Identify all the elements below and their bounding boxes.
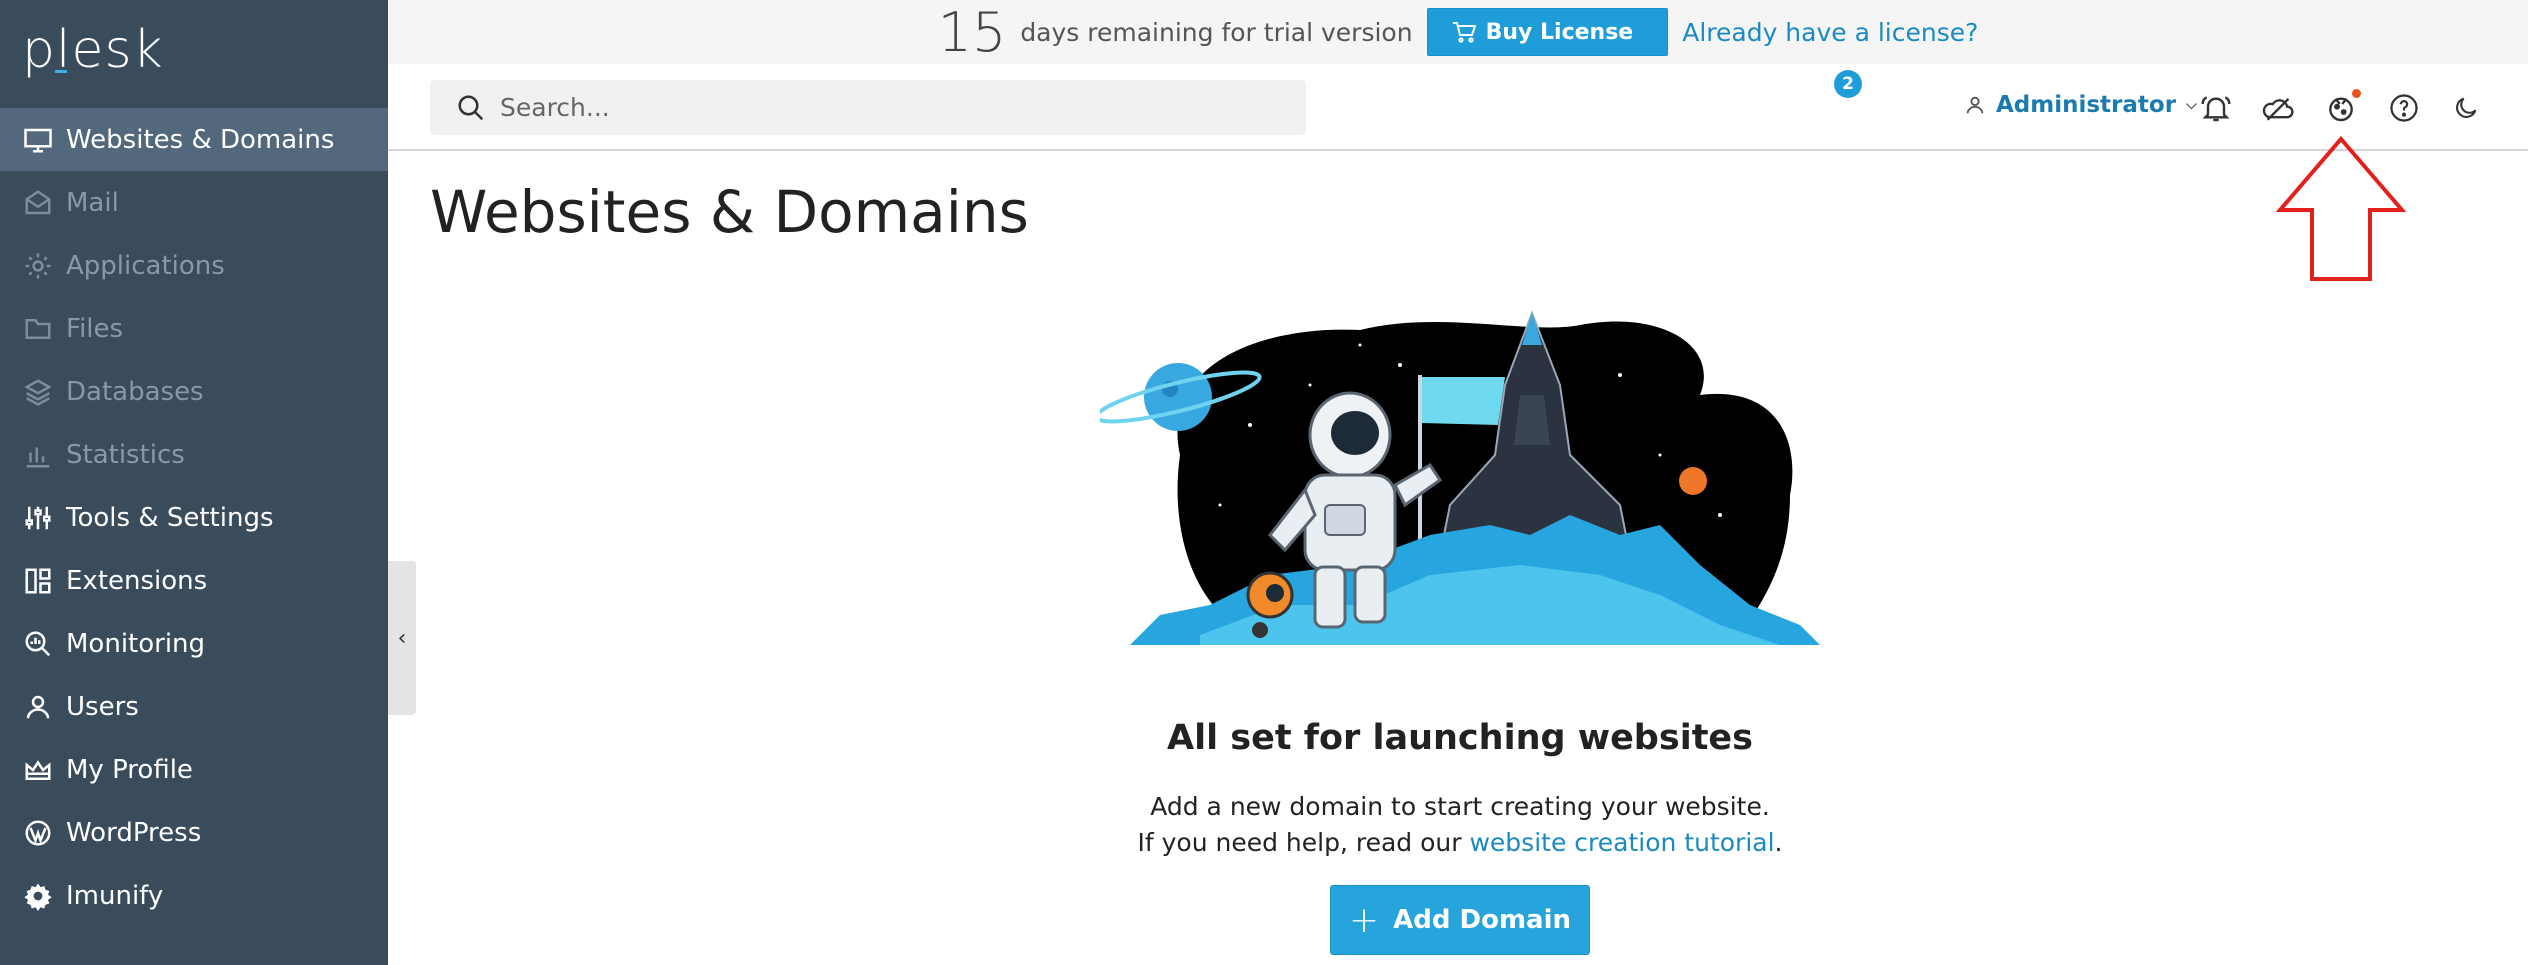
hero-line-2-suffix: .	[1774, 828, 1783, 857]
website-creation-tutorial-link[interactable]: website creation tutorial	[1469, 828, 1774, 857]
sidebar-item-label: Databases	[66, 376, 204, 407]
sidebar-item-applications[interactable]: Applications	[0, 234, 388, 297]
sidebar-item-statistics[interactable]: Statistics	[0, 423, 388, 486]
trial-days-count: 15	[937, 0, 1007, 64]
sidebar-item-imunify[interactable]: Imunify	[0, 864, 388, 927]
blocks-icon	[22, 565, 54, 597]
sliders-icon	[22, 502, 54, 534]
folder-icon	[22, 313, 54, 345]
chevron-left-icon: ‹	[397, 625, 407, 651]
user-menu[interactable]: Administrator ⌵	[1964, 92, 2197, 118]
sidebar-item-label: Users	[66, 691, 139, 722]
sidebar-item-label: Tools & Settings	[66, 502, 274, 533]
notifications-count-badge: 2	[1834, 70, 1862, 98]
sidebar-item-label: Mail	[66, 187, 119, 218]
sidebar-item-files[interactable]: Files	[0, 297, 388, 360]
magnifier-chart-icon	[22, 628, 54, 660]
wordpress-icon	[22, 817, 54, 849]
hero-title: All set for launching websites	[1167, 718, 1753, 758]
sidebar-item-label: Extensions	[66, 565, 208, 596]
sidebar-item-tools-settings[interactable]: Tools & Settings	[0, 486, 388, 549]
sidebar-collapse-toggle[interactable]: ‹	[388, 561, 416, 715]
monitor-icon	[22, 124, 54, 156]
hero-line-2-prefix: If you need help, read our	[1137, 828, 1470, 857]
cart-icon	[1452, 22, 1476, 43]
sidebar-item-websites-domains[interactable]: Websites & Domains	[0, 108, 388, 171]
sidebar-item-label: Monitoring	[66, 628, 206, 659]
trial-text: days remaining for trial version	[1020, 17, 1413, 47]
sidebar-item-wordpress[interactable]: WordPress	[0, 801, 388, 864]
plus-icon: +	[1348, 899, 1380, 941]
search-box[interactable]	[430, 80, 1306, 135]
sidebar-item-label: My Profile	[66, 754, 193, 785]
sidebar-item-label: WordPress	[66, 817, 202, 848]
user-icon	[22, 691, 54, 723]
help-icon	[2390, 94, 2418, 122]
annotation-arrow-up	[2276, 135, 2406, 281]
hero-line-1: Add a new domain to start creating your …	[1150, 792, 1770, 821]
help-button[interactable]	[2386, 90, 2422, 126]
cog-shield-icon	[22, 880, 54, 912]
search-icon	[458, 95, 484, 120]
gear-icon	[22, 250, 54, 282]
trial-banner: 15 days remaining for trial version Buy …	[388, 0, 2528, 64]
hero-line-2: If you need help, read our website creat…	[1100, 825, 1820, 861]
already-have-license-link[interactable]: Already have a license?	[1682, 18, 1978, 47]
sidebar-item-mail[interactable]: Mail	[0, 171, 388, 234]
sidebar-item-label: Statistics	[66, 439, 185, 470]
cloud-button[interactable]	[2260, 90, 2296, 126]
cloud-icon	[2262, 98, 2294, 121]
sidebar-nav: Websites & Domains Mail Applications Fil…	[0, 108, 388, 927]
moon-icon	[2456, 97, 2477, 118]
sidebar-item-my-profile[interactable]: My Profile	[0, 738, 388, 801]
sidebar-item-users[interactable]: Users	[0, 675, 388, 738]
add-domain-button[interactable]: + Add Domain	[1330, 885, 1590, 955]
chevron-down-icon: ⌵	[2186, 97, 2197, 113]
sidebar-item-label: Applications	[66, 250, 225, 281]
sidebar-item-monitoring[interactable]: Monitoring	[0, 612, 388, 675]
layers-icon	[22, 376, 54, 408]
cookie-alert-dot	[2352, 89, 2361, 98]
notifications-button[interactable]	[2198, 90, 2234, 126]
sidebar-item-extensions[interactable]: Extensions	[0, 549, 388, 612]
buy-license-label: Buy License	[1485, 19, 1634, 45]
mail-icon	[22, 187, 54, 219]
user-icon	[1966, 96, 1984, 114]
plesk-logo[interactable]: plesk	[22, 20, 164, 80]
hero-description: Add a new domain to start creating your …	[1100, 789, 1820, 861]
sidebar-item-label: Imunify	[66, 880, 164, 911]
dark-mode-toggle[interactable]	[2448, 90, 2484, 126]
buy-license-button[interactable]: Buy License	[1426, 8, 1669, 56]
sidebar-item-label: Websites & Domains	[66, 124, 335, 155]
user-name: Administrator	[1996, 92, 2177, 118]
add-domain-label: Add Domain	[1393, 905, 1572, 935]
sidebar-item-label: Files	[66, 313, 124, 344]
sidebar: plesk Websites & Domains Mail Applicatio…	[0, 0, 388, 965]
page-title: Websites & Domains	[430, 178, 1029, 246]
bar-chart-icon	[22, 439, 54, 471]
cookie-icon	[2329, 97, 2353, 122]
sidebar-item-databases[interactable]: Databases	[0, 360, 388, 423]
crown-icon	[22, 754, 54, 786]
bell-icon	[2201, 96, 2231, 122]
astronaut-illustration	[1100, 310, 1820, 645]
search-input[interactable]	[500, 93, 1280, 122]
